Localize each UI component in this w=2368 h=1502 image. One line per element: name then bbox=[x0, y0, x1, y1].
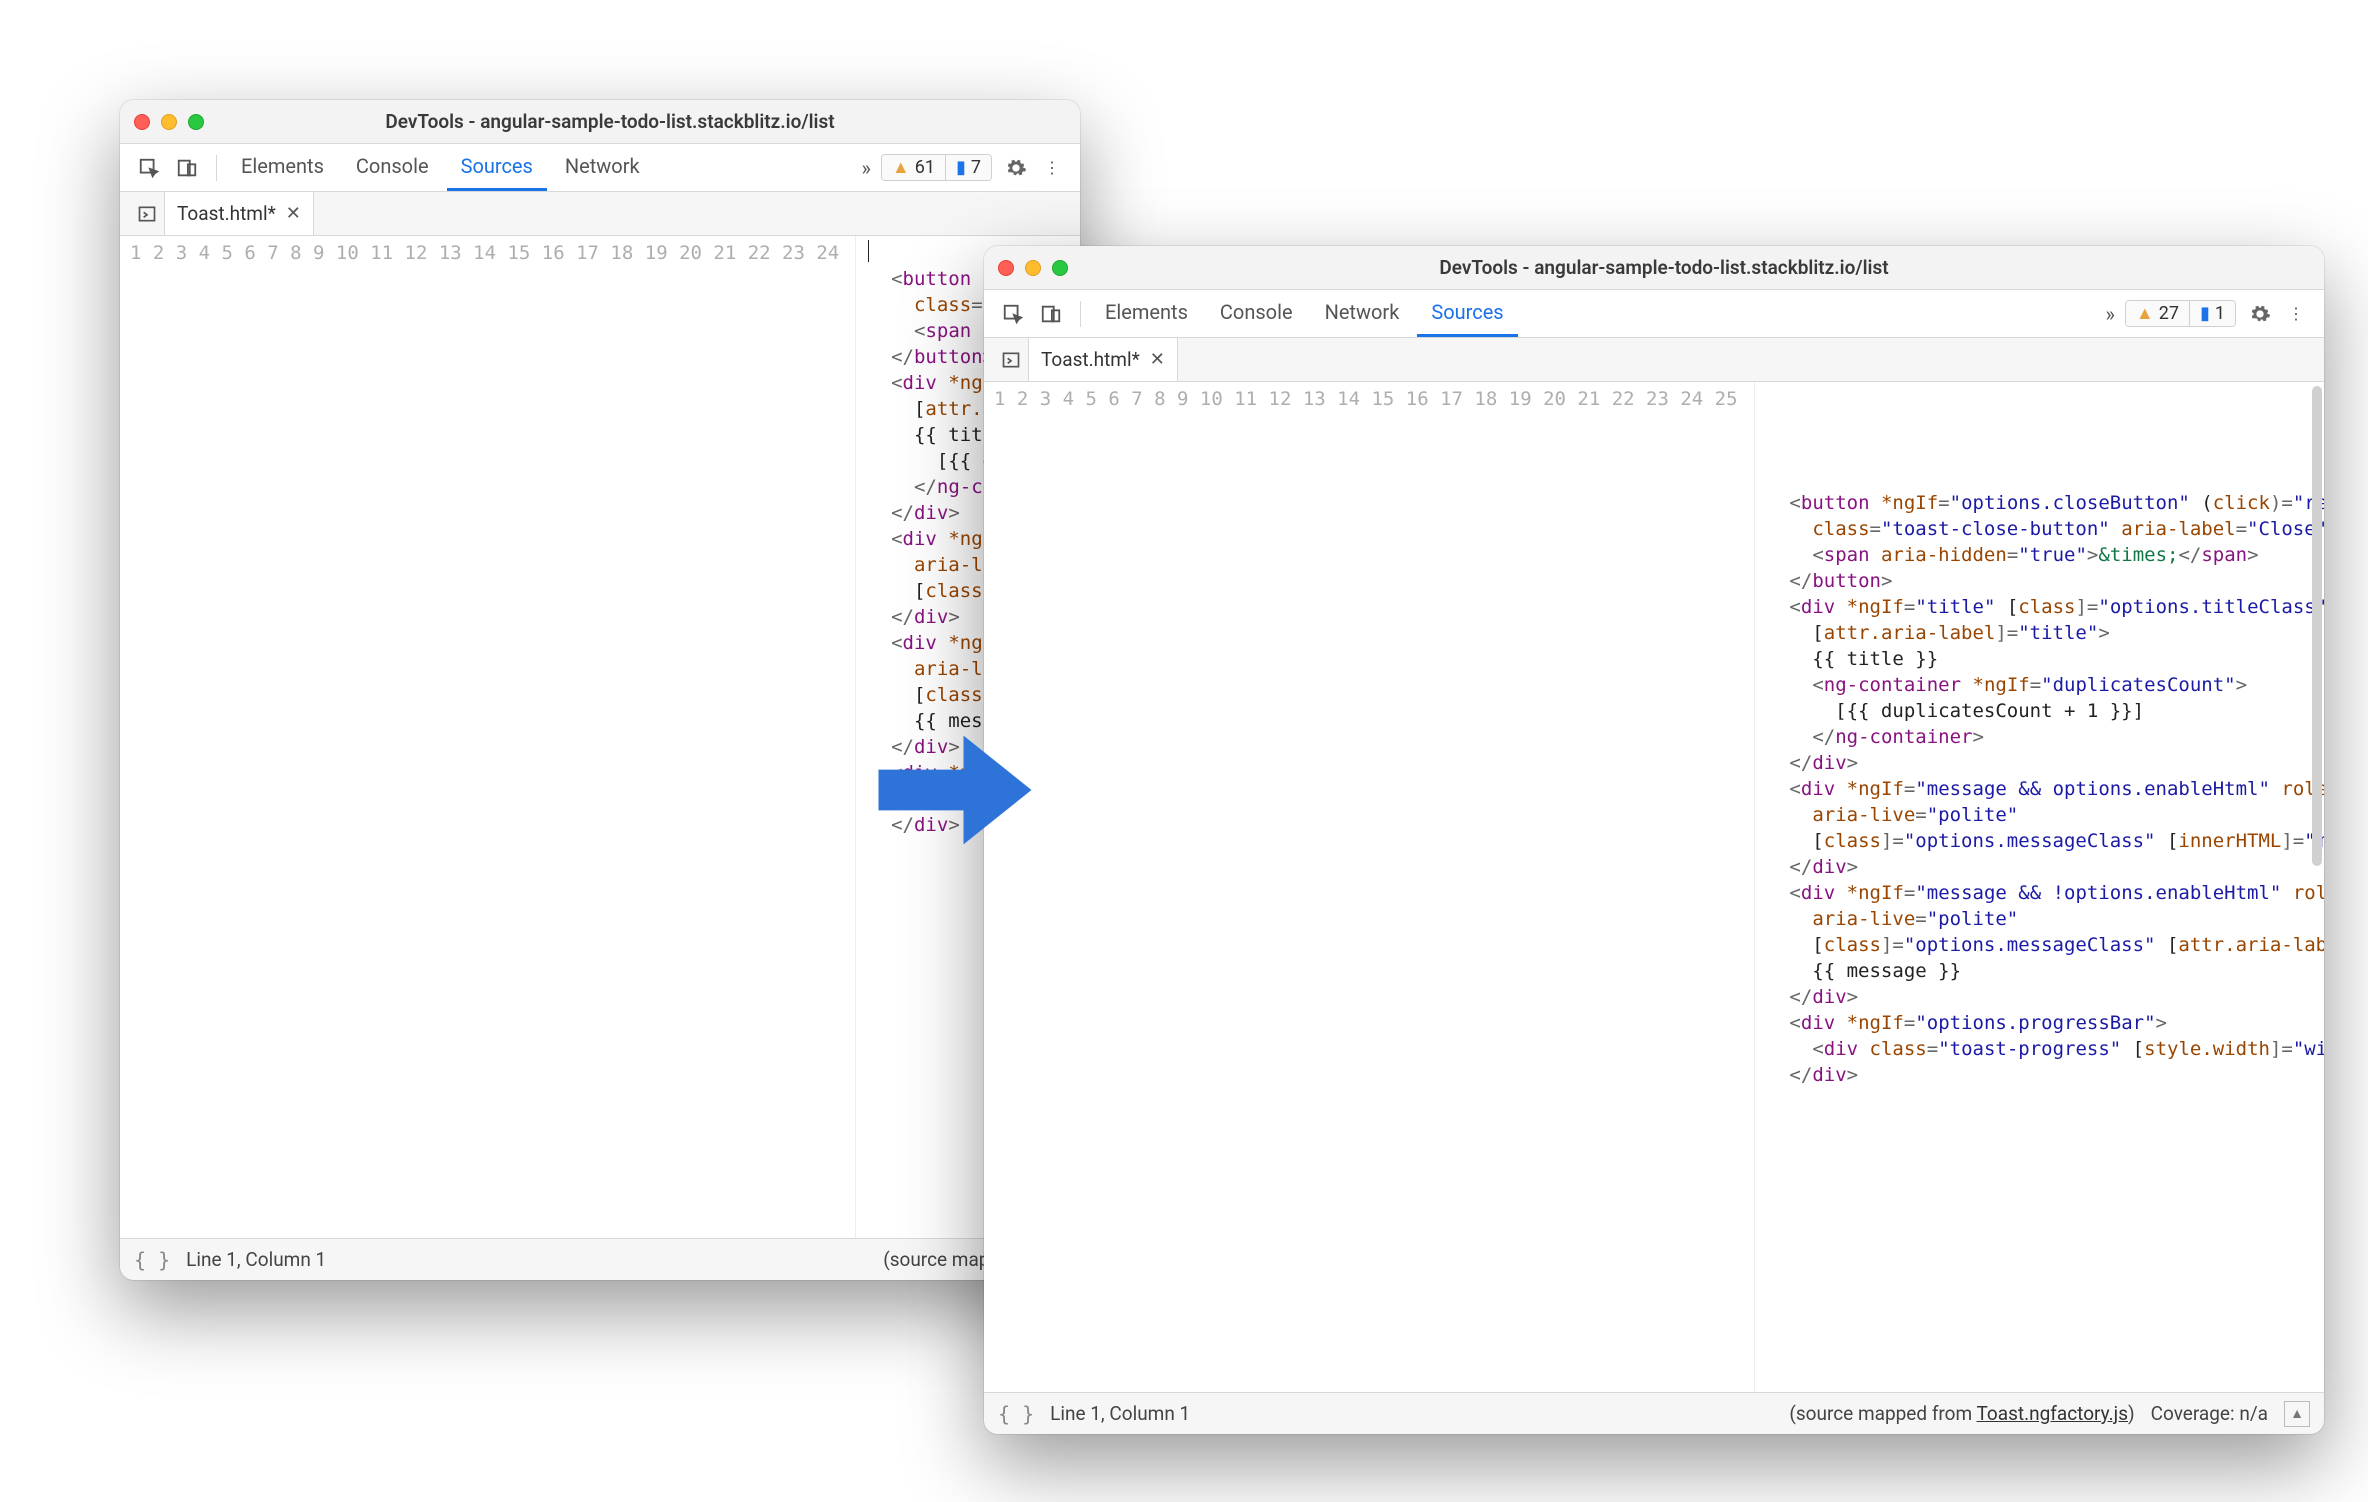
pretty-print-icon[interactable]: { } bbox=[998, 1402, 1034, 1426]
zoom-window-button[interactable] bbox=[188, 114, 204, 130]
zoom-window-button[interactable] bbox=[1052, 260, 1068, 276]
cursor-position: Line 1, Column 1 bbox=[1050, 1402, 1190, 1425]
navigator-toggle-icon[interactable] bbox=[130, 204, 164, 224]
titlebar: DevTools - angular-sample-todo-list.stac… bbox=[984, 246, 2324, 290]
cursor-position: Line 1, Column 1 bbox=[186, 1248, 326, 1271]
warnings-badge[interactable]: ▲ 27 bbox=[2126, 301, 2189, 326]
close-tab-icon[interactable]: ✕ bbox=[286, 203, 301, 224]
panel-tab-elements[interactable]: Elements bbox=[1091, 290, 1202, 337]
close-window-button[interactable] bbox=[134, 114, 150, 130]
file-tab[interactable]: Toast.html* ✕ bbox=[164, 192, 314, 235]
panel-tabs: ElementsConsoleNetworkSources bbox=[1091, 290, 2096, 337]
status-bar: { } Line 1, Column 1 (source mapped from… bbox=[984, 1392, 2324, 1434]
device-toolbar-icon[interactable] bbox=[1032, 295, 1070, 333]
coverage-label: Coverage: n/a bbox=[2151, 1402, 2268, 1425]
line-gutter: 1 2 3 4 5 6 7 8 9 10 11 12 13 14 15 16 1… bbox=[120, 236, 856, 1238]
file-tabs-bar: Toast.html* ✕ bbox=[984, 338, 2324, 382]
inspect-element-icon[interactable] bbox=[994, 295, 1032, 333]
more-tabs-button[interactable]: » bbox=[852, 156, 881, 180]
more-options-icon[interactable]: ⋮ bbox=[1034, 158, 1070, 177]
source-map-link[interactable]: Toast.ngfactory.js bbox=[1977, 1402, 2129, 1425]
source-mapped-label: (source mapped from Toast.ngfactory.js) bbox=[1789, 1402, 2134, 1425]
device-toolbar-icon[interactable] bbox=[168, 149, 206, 187]
close-tab-icon[interactable]: ✕ bbox=[1150, 349, 1165, 370]
file-tab-label: Toast.html* bbox=[1041, 348, 1140, 371]
warnings-badge[interactable]: ▲ 61 bbox=[882, 155, 945, 180]
info-count: 1 bbox=[2215, 303, 2225, 324]
info-icon: ▮ bbox=[956, 157, 966, 178]
minimize-window-button[interactable] bbox=[161, 114, 177, 130]
inspect-element-icon[interactable] bbox=[130, 149, 168, 187]
transition-arrow-icon bbox=[870, 720, 1040, 860]
traffic-lights bbox=[998, 260, 1068, 276]
warning-icon: ▲ bbox=[2136, 303, 2154, 324]
minimize-window-button[interactable] bbox=[1025, 260, 1041, 276]
issue-counters[interactable]: ▲ 61 ▮ 7 bbox=[881, 154, 992, 181]
info-count: 7 bbox=[971, 157, 981, 178]
settings-icon[interactable] bbox=[2242, 303, 2278, 325]
code-editor[interactable]: 1 2 3 4 5 6 7 8 9 10 11 12 13 14 15 16 1… bbox=[984, 382, 2324, 1392]
panel-tab-sources[interactable]: Sources bbox=[447, 144, 547, 191]
panel-tabs: ElementsConsoleSourcesNetwork bbox=[227, 144, 852, 191]
panel-tab-console[interactable]: Console bbox=[1206, 290, 1307, 337]
panel-tab-network[interactable]: Network bbox=[551, 144, 654, 191]
warnings-count: 27 bbox=[2159, 303, 2179, 324]
pretty-print-icon[interactable]: { } bbox=[134, 1248, 170, 1272]
info-badge[interactable]: ▮ 1 bbox=[2189, 301, 2235, 326]
main-toolbar: ElementsConsoleSourcesNetwork » ▲ 61 ▮ 7… bbox=[120, 144, 1080, 192]
panel-tab-elements[interactable]: Elements bbox=[227, 144, 338, 191]
issue-counters[interactable]: ▲ 27 ▮ 1 bbox=[2125, 300, 2236, 327]
separator bbox=[216, 155, 217, 181]
warning-icon: ▲ bbox=[892, 157, 910, 178]
window-title: DevTools - angular-sample-todo-list.stac… bbox=[214, 110, 1066, 133]
more-tabs-button[interactable]: » bbox=[2096, 302, 2125, 326]
titlebar: DevTools - angular-sample-todo-list.stac… bbox=[120, 100, 1080, 144]
panel-tab-console[interactable]: Console bbox=[342, 144, 443, 191]
file-tab[interactable]: Toast.html* ✕ bbox=[1028, 338, 1178, 381]
main-toolbar: ElementsConsoleNetworkSources » ▲ 27 ▮ 1… bbox=[984, 290, 2324, 338]
traffic-lights bbox=[134, 114, 204, 130]
drawer-toggle-icon[interactable]: ▲ bbox=[2284, 1401, 2310, 1427]
vertical-scrollbar[interactable] bbox=[2312, 386, 2322, 866]
devtools-window-before: DevTools - angular-sample-todo-list.stac… bbox=[120, 100, 1080, 1280]
window-title: DevTools - angular-sample-todo-list.stac… bbox=[1078, 256, 2310, 279]
more-options-icon[interactable]: ⋮ bbox=[2278, 304, 2314, 323]
line-gutter: 1 2 3 4 5 6 7 8 9 10 11 12 13 14 15 16 1… bbox=[984, 382, 1755, 1392]
devtools-window-after: DevTools - angular-sample-todo-list.stac… bbox=[984, 246, 2324, 1434]
separator bbox=[1080, 301, 1081, 327]
status-bar: { } Line 1, Column 1 (source mapped from bbox=[120, 1238, 1080, 1280]
warnings-count: 61 bbox=[915, 157, 935, 178]
text-cursor bbox=[868, 240, 869, 262]
panel-tab-sources[interactable]: Sources bbox=[1417, 290, 1517, 337]
panel-tab-network[interactable]: Network bbox=[1311, 290, 1414, 337]
info-badge[interactable]: ▮ 7 bbox=[945, 155, 991, 180]
info-icon: ▮ bbox=[2200, 303, 2210, 324]
file-tabs-bar: Toast.html* ✕ bbox=[120, 192, 1080, 236]
navigator-toggle-icon[interactable] bbox=[994, 350, 1028, 370]
code-content[interactable]: <button *ngIf="options.closeButton" (cli… bbox=[1755, 382, 2324, 1392]
file-tab-label: Toast.html* bbox=[177, 202, 276, 225]
settings-icon[interactable] bbox=[998, 157, 1034, 179]
close-window-button[interactable] bbox=[998, 260, 1014, 276]
